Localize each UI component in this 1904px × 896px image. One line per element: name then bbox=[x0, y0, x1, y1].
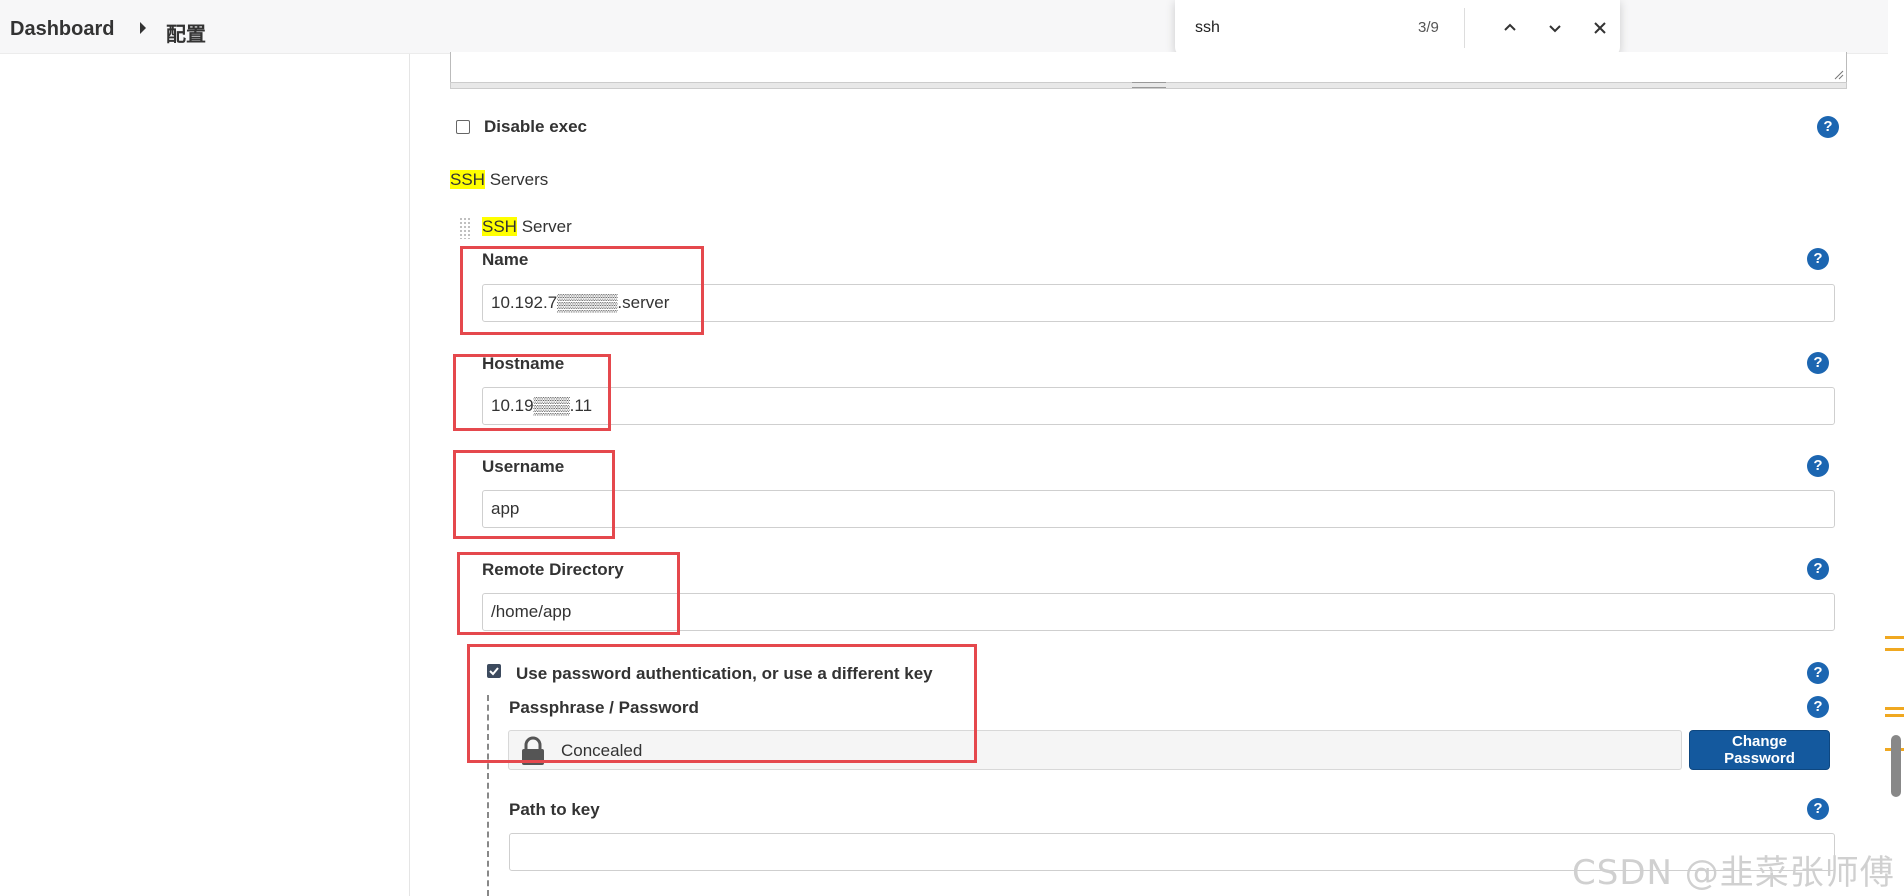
disable-exec-label: Disable exec bbox=[484, 117, 588, 136]
change-password-button[interactable]: Change Password bbox=[1689, 730, 1830, 770]
find-divider bbox=[1464, 8, 1465, 48]
find-match-marker bbox=[1885, 648, 1904, 651]
side-panel bbox=[0, 54, 410, 896]
ssh-highlight: SSH bbox=[482, 217, 517, 236]
resize-corner-icon[interactable] bbox=[1832, 68, 1844, 80]
grip-icon[interactable] bbox=[1132, 82, 1166, 88]
username-field[interactable] bbox=[482, 490, 1835, 528]
ssh-server-title-rest: Server bbox=[516, 217, 572, 236]
find-input[interactable] bbox=[1195, 17, 1375, 39]
annotation-box-remote-directory bbox=[457, 552, 680, 635]
disable-exec-checkbox[interactable] bbox=[456, 120, 470, 134]
breadcrumb-separator-icon bbox=[140, 22, 146, 34]
chevron-down-icon[interactable] bbox=[1540, 13, 1570, 43]
annotation-box-name bbox=[460, 246, 704, 335]
help-icon[interactable]: ? bbox=[1807, 798, 1829, 820]
close-icon[interactable] bbox=[1585, 13, 1615, 43]
ssh-servers-heading: SSH Servers bbox=[450, 170, 548, 190]
hostname-field[interactable] bbox=[482, 387, 1835, 425]
annotation-box-username bbox=[453, 450, 615, 539]
breadcrumb-current-page: 配置 bbox=[166, 24, 206, 46]
annotation-box-hostname bbox=[453, 354, 611, 431]
find-match-marker bbox=[1885, 714, 1904, 717]
watermark: CSDN @韭菜张师傅 bbox=[1572, 853, 1895, 893]
help-icon[interactable]: ? bbox=[1817, 116, 1839, 138]
help-icon[interactable]: ? bbox=[1807, 558, 1829, 580]
find-match-count: 3/9 bbox=[1418, 19, 1439, 36]
remote-directory-field[interactable] bbox=[482, 593, 1835, 631]
scrollbar-thumb[interactable] bbox=[1891, 735, 1901, 797]
find-match-marker bbox=[1885, 636, 1904, 639]
ssh-servers-heading-rest: Servers bbox=[484, 170, 549, 189]
help-icon[interactable]: ? bbox=[1807, 662, 1829, 684]
help-icon[interactable]: ? bbox=[1807, 352, 1829, 374]
ssh-highlight: SSH bbox=[450, 170, 485, 189]
find-bar: 3/9 bbox=[1175, 0, 1620, 57]
breadcrumb-dashboard-link[interactable]: Dashboard bbox=[10, 18, 114, 41]
help-icon[interactable]: ? bbox=[1807, 455, 1829, 477]
drag-handle-icon[interactable] bbox=[459, 217, 471, 239]
ssh-server-item-title: SSH Server bbox=[482, 217, 572, 237]
help-icon[interactable]: ? bbox=[1807, 248, 1829, 270]
textarea-remnant[interactable] bbox=[450, 52, 1847, 83]
path-to-key-label: Path to key bbox=[509, 800, 600, 819]
find-match-marker bbox=[1885, 707, 1904, 710]
annotation-box-password bbox=[467, 644, 977, 763]
chevron-up-icon[interactable] bbox=[1495, 13, 1525, 43]
help-icon[interactable]: ? bbox=[1807, 696, 1829, 718]
